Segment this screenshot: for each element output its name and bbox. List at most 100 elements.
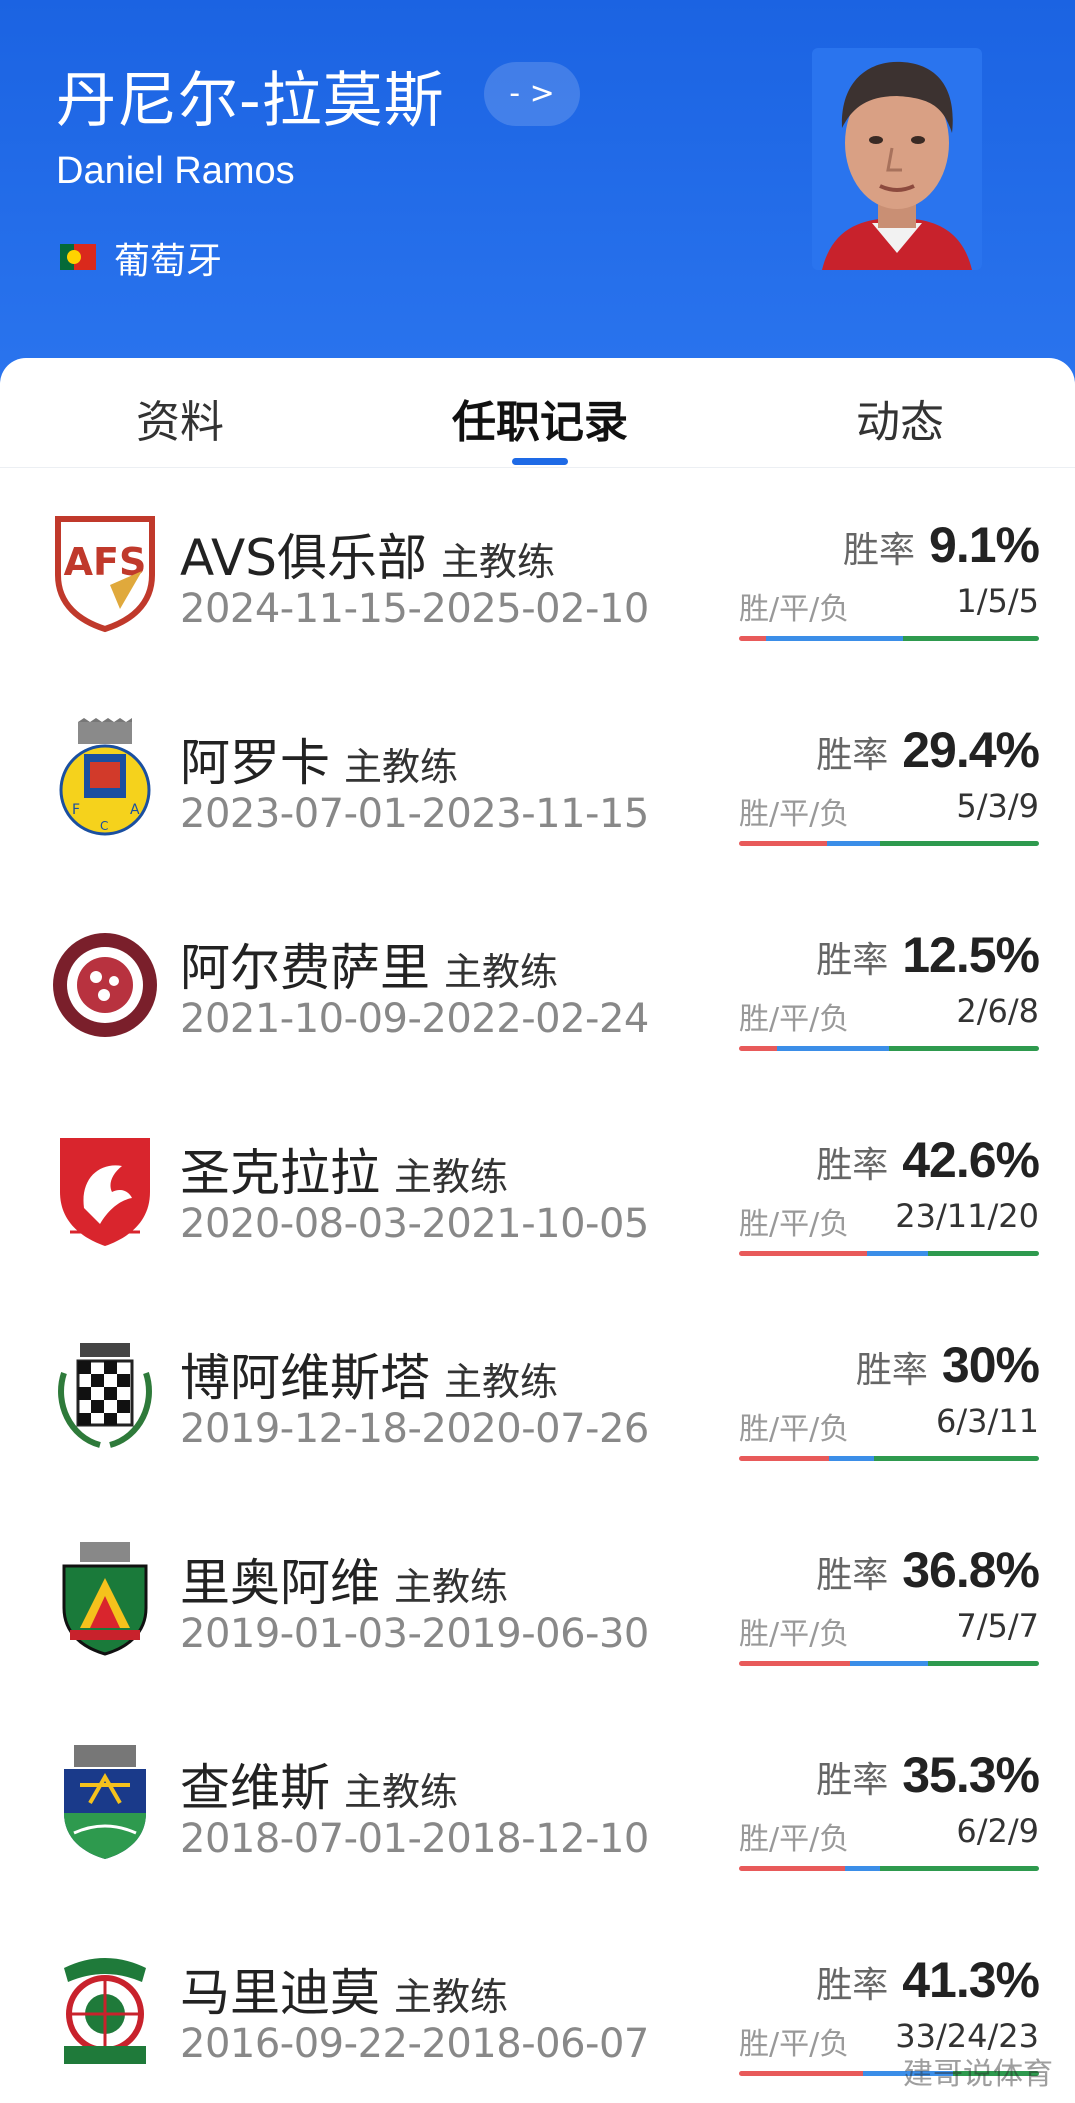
- wdl-bar: [739, 636, 1039, 641]
- tenure-dates: 2018-07-01-2018-12-10: [180, 1816, 649, 1862]
- wdl-bar: [739, 1456, 1039, 1461]
- win-segment: [739, 2071, 863, 2076]
- role-label: 主教练: [344, 1770, 459, 1814]
- win-rate-label: 胜率: [855, 1350, 928, 1391]
- team-name: 马里迪莫 主教练: [180, 1964, 509, 2022]
- win-rate-label: 胜率: [816, 940, 889, 981]
- career-row[interactable]: 里奥阿维 主教练 2019-01-03-2019-06-30 胜率 36.8% 胜/…: [0, 1493, 1075, 1698]
- wdl-label: 胜/平/负: [739, 1617, 850, 1652]
- coach-name-cn: 丹尼尔-拉莫斯: [56, 66, 445, 136]
- rio-ave-logo-icon: [50, 1538, 160, 1658]
- boavista-logo-icon: [50, 1333, 160, 1453]
- win-segment: [739, 1661, 850, 1666]
- loss-segment: [927, 1251, 1039, 1256]
- wdl-label: 胜/平/负: [739, 1822, 850, 1857]
- stats-block: 胜率 42.6% 胜/平/负 23/11/20: [739, 1131, 1040, 1271]
- team-name: AVS俱乐部 主教练: [180, 529, 555, 587]
- career-list: AFS AVS俱乐部 主教练 2024-11-15-2025-02-10 胜率 9.…: [0, 468, 1075, 2103]
- win-rate-value: 41.3%: [902, 1952, 1040, 2008]
- avs-logo-icon: AFS: [50, 513, 160, 633]
- win-rate-value: 30%: [941, 1337, 1040, 1393]
- win-segment: [739, 636, 767, 641]
- tenure-dates: 2024-11-15-2025-02-10: [180, 586, 649, 632]
- stats-block: 胜率 35.3% 胜/平/负 6/2/9: [739, 1746, 1040, 1886]
- team-name: 圣克拉拉 主教练: [180, 1144, 509, 1202]
- role-label: 主教练: [394, 1565, 509, 1609]
- career-row[interactable]: 阿尔费萨里 主教练 2021-10-09-2022-02-24 胜率 12.5% 胜…: [0, 878, 1075, 1083]
- draw-segment: [866, 1251, 928, 1256]
- svg-text:F: F: [72, 802, 80, 818]
- portugal-flag-icon: [60, 244, 96, 270]
- wdl-value: 23/11/20: [895, 1197, 1039, 1235]
- tab-news[interactable]: 动态: [760, 386, 1040, 450]
- tenure-dates: 2019-01-03-2019-06-30: [180, 1611, 649, 1657]
- tab-career[interactable]: 任职记录: [400, 386, 680, 450]
- tenure-dates: 2020-08-03-2021-10-05: [180, 1201, 649, 1247]
- role-label: 主教练: [344, 745, 459, 789]
- wdl-label: 胜/平/负: [739, 1207, 850, 1242]
- coach-header: 丹尼尔-拉莫斯 - > Daniel Ramos 葡萄牙: [0, 0, 1075, 380]
- chaves-logo-icon: [50, 1743, 160, 1863]
- win-segment: [739, 1046, 777, 1051]
- wdl-bar: [739, 1866, 1039, 1871]
- role-label: 主教练: [440, 540, 555, 584]
- draw-segment: [827, 841, 881, 846]
- coach-avatar: [812, 48, 982, 270]
- win-rate-value: 42.6%: [902, 1132, 1040, 1188]
- wdl-bar: [739, 1661, 1039, 1666]
- alfaisaly-logo-icon: [50, 923, 160, 1043]
- wdl-value: 5/3/9: [956, 787, 1039, 825]
- wdl-value: 2/6/8: [956, 992, 1039, 1030]
- wdl-label: 胜/平/负: [739, 1002, 850, 1037]
- win-rate-label: 胜率: [816, 1145, 889, 1186]
- wdl-value: 6/3/11: [936, 1402, 1039, 1440]
- tenure-dates: 2016-09-22-2018-06-07: [180, 2021, 649, 2067]
- career-row[interactable]: 圣克拉拉 主教练 2020-08-03-2021-10-05 胜率 42.6% 胜/…: [0, 1083, 1075, 1288]
- wdl-label: 胜/平/负: [739, 2027, 850, 2062]
- loss-segment: [880, 1866, 1039, 1871]
- wdl-bar: [739, 841, 1039, 846]
- career-row[interactable]: 博阿维斯塔 主教练 2019-12-18-2020-07-26 胜率 30% 胜/平…: [0, 1288, 1075, 1493]
- loss-segment: [889, 1046, 1039, 1051]
- wdl-label: 胜/平/负: [739, 797, 850, 832]
- win-segment: [739, 1866, 845, 1871]
- maritimo-logo-icon: [50, 1948, 160, 2068]
- watermark: 建哥说体育: [903, 2057, 1053, 2092]
- stats-block: 胜率 36.8% 胜/平/负 7/5/7: [739, 1541, 1040, 1681]
- santa-clara-logo-icon: [50, 1128, 160, 1248]
- content-panel: 资料 任职记录 动态 AFS AVS俱乐部 主教练 2024-11-15-2025…: [0, 358, 1075, 2103]
- career-row[interactable]: F A C 阿罗卡 主教练 2023-07-01-2023-11-15 胜率 29.…: [0, 673, 1075, 878]
- wdl-value: 7/5/7: [956, 1607, 1039, 1645]
- role-label: 主教练: [394, 1975, 509, 2019]
- win-rate-label: 胜率: [816, 1760, 889, 1801]
- tenure-dates: 2019-12-18-2020-07-26: [180, 1406, 649, 1452]
- team-name: 阿尔费萨里 主教练: [180, 939, 559, 997]
- wdl-value: 1/5/5: [956, 582, 1039, 620]
- team-name: 阿罗卡 主教练: [180, 734, 459, 792]
- career-row[interactable]: AFS AVS俱乐部 主教练 2024-11-15-2025-02-10 胜率 9.…: [0, 468, 1075, 673]
- stats-block: 胜率 12.5% 胜/平/负 2/6/8: [739, 926, 1040, 1066]
- career-row[interactable]: 查维斯 主教练 2018-07-01-2018-12-10 胜率 35.3% 胜/平…: [0, 1698, 1075, 1903]
- win-segment: [739, 841, 828, 846]
- profile-arrow-button[interactable]: - >: [484, 62, 580, 126]
- tab-bar: 资料 任职记录 动态: [0, 358, 1075, 468]
- role-label: 主教练: [444, 950, 559, 994]
- win-rate-value: 36.8%: [902, 1542, 1040, 1598]
- nationality-label: 葡萄牙: [114, 241, 223, 282]
- wdl-label: 胜/平/负: [739, 1412, 850, 1447]
- tenure-dates: 2021-10-09-2022-02-24: [180, 996, 649, 1042]
- tenure-dates: 2023-07-01-2023-11-15: [180, 791, 649, 837]
- team-name: 博阿维斯塔 主教练: [180, 1349, 559, 1407]
- loss-segment: [874, 1456, 1039, 1461]
- loss-segment: [928, 1661, 1039, 1666]
- coach-name-en: Daniel Ramos: [56, 150, 295, 192]
- draw-segment: [766, 636, 903, 641]
- tab-profile[interactable]: 资料: [40, 386, 320, 450]
- win-rate-label: 胜率: [816, 1555, 889, 1596]
- loss-segment: [880, 841, 1039, 846]
- win-rate-label: 胜率: [843, 530, 916, 571]
- draw-segment: [829, 1456, 874, 1461]
- draw-segment: [844, 1866, 881, 1871]
- loss-segment: [902, 636, 1039, 641]
- active-tab-indicator: [512, 458, 568, 465]
